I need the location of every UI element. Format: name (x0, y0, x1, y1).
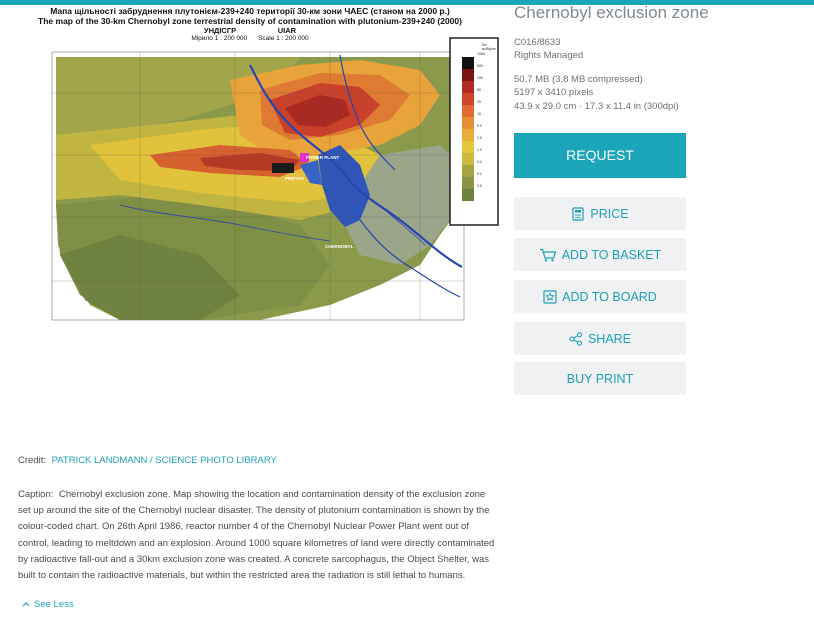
legend-unit: Бк/м²/Bq/m² (482, 43, 496, 51)
legend-value: 1.0 (477, 148, 482, 152)
map-title-ukrainian: Мапа щільності забруднення плутонієм-239… (50, 6, 450, 16)
see-less-link[interactable]: See Less (22, 599, 74, 610)
legend-value: 10 (477, 112, 481, 116)
legend-value: 1000 (477, 52, 485, 56)
legend-value: 0.0 (477, 184, 482, 188)
print-dimensions: 43.9 x 29.0 cm · 17.3 x 11.4 in (300dpi) (514, 101, 679, 112)
legend-value: 50 (477, 88, 481, 92)
product-image[interactable]: Мапа щільності забруднення плутонієм-239… (0, 5, 500, 323)
label-pripyat: PRIPYAT (285, 176, 304, 181)
add-to-basket-button[interactable]: ADD TO BASKET (514, 238, 686, 271)
image-code: C016/8633 (514, 37, 561, 48)
contamination-map (51, 37, 499, 321)
caption-text: Chernobyl exclusion zone. Map showing th… (18, 489, 495, 582)
legend-value: 5.0 (477, 124, 482, 128)
file-size: 50.7 MB (3.8 MB compressed) (514, 74, 643, 85)
caption: Caption: Chernobyl exclusion zone. Map s… (18, 487, 500, 584)
star-board-icon (543, 289, 557, 304)
legend-value: 0.4 (477, 160, 482, 164)
basket-icon (539, 248, 557, 262)
legend-value: 100 (477, 76, 483, 80)
chevron-up-icon (22, 599, 30, 610)
image-title: Chernobyl exclusion zone (514, 3, 709, 22)
credit-label: Credit: (18, 455, 46, 466)
buy-print-label: BUY PRINT (566, 371, 634, 386)
legend-value: 20 (477, 100, 481, 104)
legend-value: 500 (477, 64, 483, 68)
request-button[interactable]: REQUEST (514, 133, 686, 178)
map-institute: УНДІСГР UIAR (203, 26, 297, 35)
share-label: SHARE (587, 331, 632, 346)
share-button[interactable]: SHARE (514, 322, 686, 355)
license-type: Rights Managed (514, 50, 584, 61)
map-title-english: The map of the 30-km Chernobyl zone terr… (38, 16, 462, 26)
add-to-basket-label: ADD TO BASKET (561, 247, 662, 262)
price-button[interactable]: PRICE (514, 197, 686, 230)
label-chernobyl: CHERNOBYL (325, 244, 354, 249)
pixel-dimensions: 5197 x 3410 pixels (514, 87, 594, 98)
credit-line: Credit: PATRICK LANDMANN / SCIENCE PHOTO… (18, 455, 277, 466)
share-icon (569, 331, 583, 346)
map-scale: Мірило 1 : 200 000 Scale 1 : 200 000 (191, 35, 309, 42)
calculator-icon (571, 206, 585, 221)
label-power-plant: POWER PLANT (306, 155, 340, 160)
add-to-board-label: ADD TO BOARD (562, 289, 657, 304)
price-button-label: PRICE (590, 206, 629, 221)
legend-value: 2.0 (477, 136, 482, 140)
add-to-board-button[interactable]: ADD TO BOARD (514, 280, 686, 313)
legend-value: 0.1 (477, 172, 482, 176)
see-less-label: See Less (34, 599, 74, 610)
credit-link[interactable]: PATRICK LANDMANN / SCIENCE PHOTO LIBRARY (52, 455, 277, 466)
caption-label: Caption: (18, 489, 54, 500)
buy-print-button[interactable]: BUY PRINT (514, 362, 686, 395)
